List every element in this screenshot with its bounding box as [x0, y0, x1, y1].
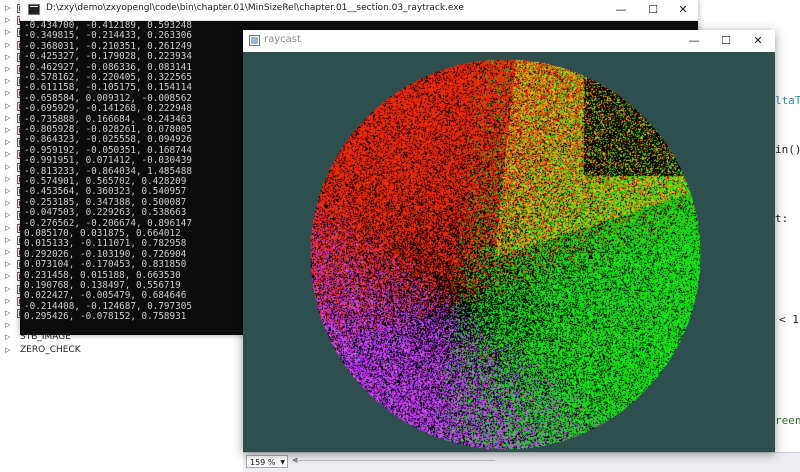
minimize-button[interactable]: —	[604, 0, 638, 20]
console-line: 0.295426, -0.078152, 0.758931	[24, 311, 187, 323]
close-button[interactable]: ✕	[741, 31, 775, 51]
code-fragment: reen	[775, 414, 800, 427]
raycast-titlebar[interactable]: raycast — ☐ ✕	[243, 30, 775, 52]
expand-arrow-icon[interactable]: ▷	[5, 295, 10, 308]
expand-arrow-icon[interactable]: ▷	[5, 39, 10, 52]
expand-arrow-icon[interactable]: ▷	[5, 148, 10, 161]
horizontal-scrollbar[interactable]	[295, 460, 495, 461]
expand-arrow-icon[interactable]: ▷	[5, 161, 10, 174]
expand-arrow-icon[interactable]: ▷	[5, 100, 10, 113]
minimize-button[interactable]: —	[677, 31, 711, 51]
raycast-title: raycast	[264, 34, 301, 45]
chevron-down-icon: ▼	[280, 459, 285, 466]
code-fragment: in()	[775, 143, 800, 156]
expand-arrow-icon[interactable]: ▷	[5, 209, 10, 222]
editor-status-bar	[243, 452, 800, 472]
expand-arrow-icon[interactable]: ▷	[5, 26, 10, 39]
expand-arrow-icon[interactable]: ▷	[5, 234, 10, 247]
solution-tree-item[interactable]: ▷ ZERO_CHECK	[0, 344, 248, 357]
expand-arrow-icon[interactable]: ▷	[5, 197, 10, 210]
raycast-window[interactable]: raycast — ☐ ✕	[243, 30, 775, 452]
expand-arrow-icon[interactable]: ▷	[5, 124, 10, 137]
expand-arrow-icon[interactable]: ▷	[5, 2, 10, 15]
code-fragment: t:	[775, 212, 789, 225]
expand-arrow-icon[interactable]: ▷	[5, 307, 10, 320]
expand-arrow-icon[interactable]: ▷	[5, 185, 10, 198]
expand-arrow-icon[interactable]: ▷	[5, 270, 10, 283]
close-button[interactable]: ✕	[666, 0, 700, 20]
expand-arrow-icon[interactable]: ▷	[5, 51, 10, 64]
maximize-button[interactable]: ☐	[709, 31, 743, 51]
expand-arrow-icon[interactable]: ▷	[5, 14, 10, 27]
expand-arrow-icon[interactable]: ▷	[5, 283, 10, 296]
code-editor[interactable]: ltaT in() t: < 1 reen	[775, 0, 800, 471]
expand-arrow-icon[interactable]: ▷	[5, 173, 10, 186]
raytraced-sphere-image	[243, 52, 775, 452]
expand-arrow-icon[interactable]: ▷	[5, 136, 10, 149]
maximize-button[interactable]: ☐	[636, 0, 670, 20]
expand-arrow-icon[interactable]: ▷	[5, 319, 10, 332]
console-title: D:\zxy\demo\zxyopengl\code\bin\chapter.0…	[46, 3, 464, 13]
console-output: -0.434700, -0.412189, 0.593248 -0.349815,…	[20, 20, 242, 335]
render-viewport[interactable]	[243, 52, 775, 452]
code-fragment: < 1	[779, 313, 799, 326]
expand-arrow-icon[interactable]: ▷	[5, 331, 10, 344]
console-titlebar[interactable]: D:\zxy\demo\zxyopengl\code\bin\chapter.0…	[20, 0, 698, 21]
app-icon	[249, 35, 260, 46]
zoom-level-value: 159 %	[250, 458, 276, 467]
expand-arrow-icon[interactable]: ▷	[5, 87, 10, 100]
expand-arrow-icon[interactable]: ▷	[5, 246, 10, 259]
expand-arrow-icon[interactable]: ▷	[5, 258, 10, 271]
zoom-level-dropdown[interactable]: 159 % ▼	[246, 455, 288, 468]
solution-tree-item-label: ZERO_CHECK	[20, 344, 81, 355]
console-icon	[28, 4, 40, 15]
expand-arrow-icon[interactable]: ▷	[5, 344, 10, 357]
expand-arrow-icon[interactable]: ▷	[5, 63, 10, 76]
expand-arrow-icon[interactable]: ▷	[5, 112, 10, 125]
expand-arrow-icon[interactable]: ▷	[5, 222, 10, 235]
expand-arrow-icon[interactable]: ▷	[5, 75, 10, 88]
code-fragment: ltaT	[775, 94, 800, 107]
